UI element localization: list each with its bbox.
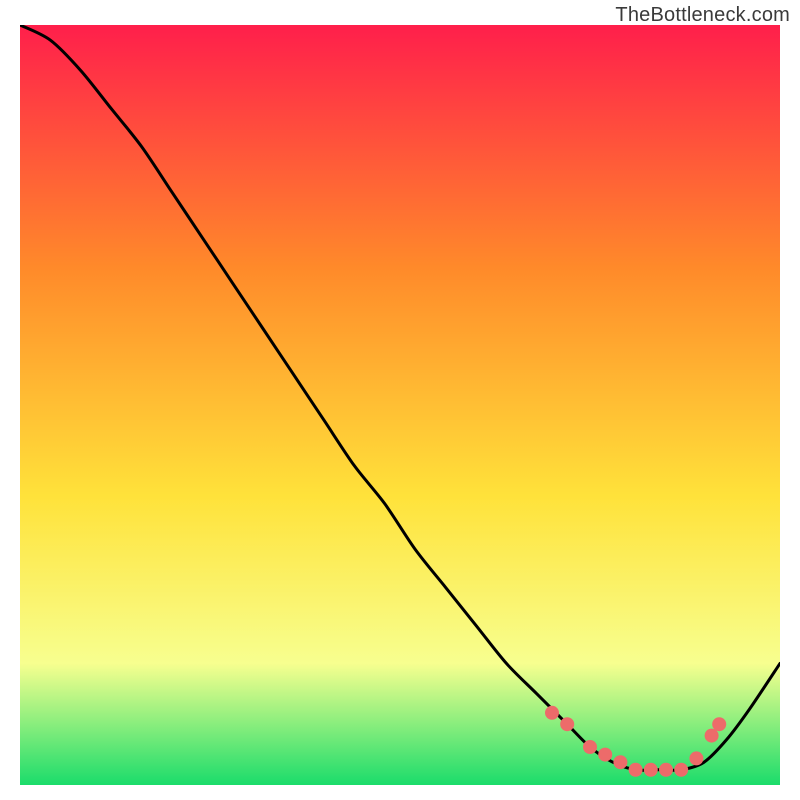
highlight-dot [598, 748, 612, 762]
highlight-dot [705, 729, 719, 743]
highlight-dot [689, 751, 703, 765]
chart-stage: TheBottleneck.com [0, 0, 800, 800]
highlight-dot [629, 763, 643, 777]
highlight-dot [545, 706, 559, 720]
highlight-dot [659, 763, 673, 777]
highlight-dot [712, 717, 726, 731]
highlight-dot [674, 763, 688, 777]
highlight-dot [560, 717, 574, 731]
chart-plot [20, 25, 780, 785]
highlight-dot [583, 740, 597, 754]
chart-svg [20, 25, 780, 785]
highlight-dot [644, 763, 658, 777]
highlight-dot [613, 755, 627, 769]
watermark-text: TheBottleneck.com [615, 4, 790, 27]
